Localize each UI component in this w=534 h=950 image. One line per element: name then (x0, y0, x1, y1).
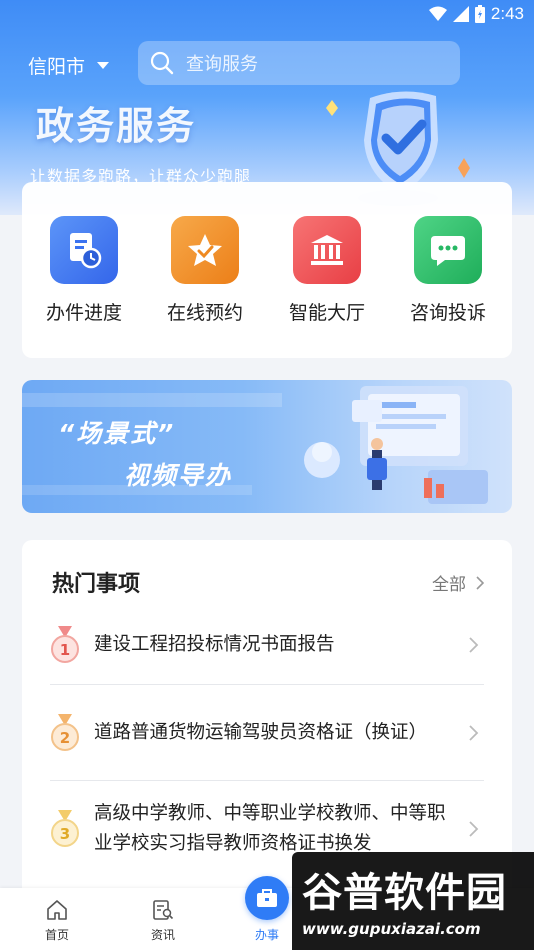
video-guide-banner[interactable]: “场景式” 视频导办 (22, 380, 512, 513)
search-icon (150, 51, 174, 75)
chevron-right-icon (469, 725, 479, 741)
status-time: 2:43 (490, 4, 524, 23)
tab-home[interactable]: 首页 (12, 888, 102, 950)
hot-item-text: 高级中学教师、中等职业学校教师、中等职业学校实习指导教师资格证书换发 (94, 803, 446, 854)
search-placeholder: 查询服务 (186, 54, 258, 75)
wifi-icon (428, 6, 447, 21)
hot-item-text: 建设工程招投标情况书面报告 (94, 634, 335, 655)
view-all-label: 全部 (432, 575, 466, 595)
chevron-right-icon (469, 637, 479, 653)
divider (50, 780, 484, 781)
chat-bubble-icon (414, 216, 482, 284)
chevron-right-icon (469, 821, 479, 837)
watermark-brand: 谷普软件园 (302, 870, 507, 916)
quick-action-label: 咨询投诉 (409, 302, 486, 324)
section-title: 热门事项 (52, 572, 141, 597)
news-search-icon (153, 900, 174, 920)
battery-icon (474, 5, 485, 23)
quick-action-label: 智能大厅 (288, 302, 365, 324)
hot-items-card: 热门事项 全部 1 建设工程招投标情况书面报告 2 道路普通货物运输驾驶员资格证… (22, 540, 512, 900)
watermark-overlay: 谷普软件园 www.gupuxiazai.com (292, 852, 534, 950)
chevron-right-icon (476, 575, 484, 590)
divider (50, 684, 484, 685)
hot-item-row[interactable]: 2 道路普通货物运输驾驶员资格证（换证） (50, 702, 484, 764)
quick-action-hall[interactable]: 智能大厅 (277, 216, 377, 325)
status-bar: 2:43 (0, 0, 534, 28)
quick-action-label: 办件进度 (45, 302, 122, 324)
quick-action-appointment[interactable]: 在线预约 (155, 216, 255, 325)
quick-actions-card: 办件进度 在线预约 智能大厅 咨询投诉 (22, 182, 512, 358)
quick-action-progress[interactable]: 办件进度 (34, 216, 134, 325)
watermark-url: www.gupuxiazai.com (302, 920, 481, 938)
rank-number: 3 (60, 825, 70, 843)
hot-item-row[interactable]: 3 高级中学教师、中等职业学校教师、中等职业学校实习指导教师资格证书换发 (50, 798, 484, 860)
document-clock-icon (50, 216, 118, 284)
rank-medal-icon: 2 (51, 714, 79, 751)
signal-icon (452, 6, 469, 22)
hot-item-text: 道路普通货物运输驾驶员资格证（换证） (94, 722, 428, 743)
hot-item-row[interactable]: 1 建设工程招投标情况书面报告 (50, 624, 484, 666)
banner-subtitle: 视频导办 (124, 461, 233, 490)
briefcase-icon (245, 876, 289, 920)
rank-medal-icon: 1 (51, 626, 79, 663)
rank-number: 1 (60, 641, 70, 659)
tab-news[interactable]: 资讯 (118, 888, 208, 950)
home-icon (47, 900, 67, 920)
city-selector[interactable]: 信阳市 (28, 52, 110, 79)
tab-label: 资讯 (150, 928, 175, 942)
rank-medal-icon: 3 (51, 810, 79, 847)
city-label: 信阳市 (28, 56, 86, 78)
quick-action-consult[interactable]: 咨询投诉 (398, 216, 498, 325)
star-check-icon (171, 216, 239, 284)
quick-action-label: 在线预约 (166, 302, 243, 324)
government-building-icon (293, 216, 361, 284)
rank-number: 2 (60, 729, 70, 747)
tab-label: 首页 (44, 928, 69, 942)
chevron-down-icon (97, 62, 110, 69)
view-all-link[interactable]: 全部 (432, 570, 484, 595)
banner-title: “场景式” (58, 419, 176, 448)
page-title: 政务服务 (36, 104, 197, 148)
